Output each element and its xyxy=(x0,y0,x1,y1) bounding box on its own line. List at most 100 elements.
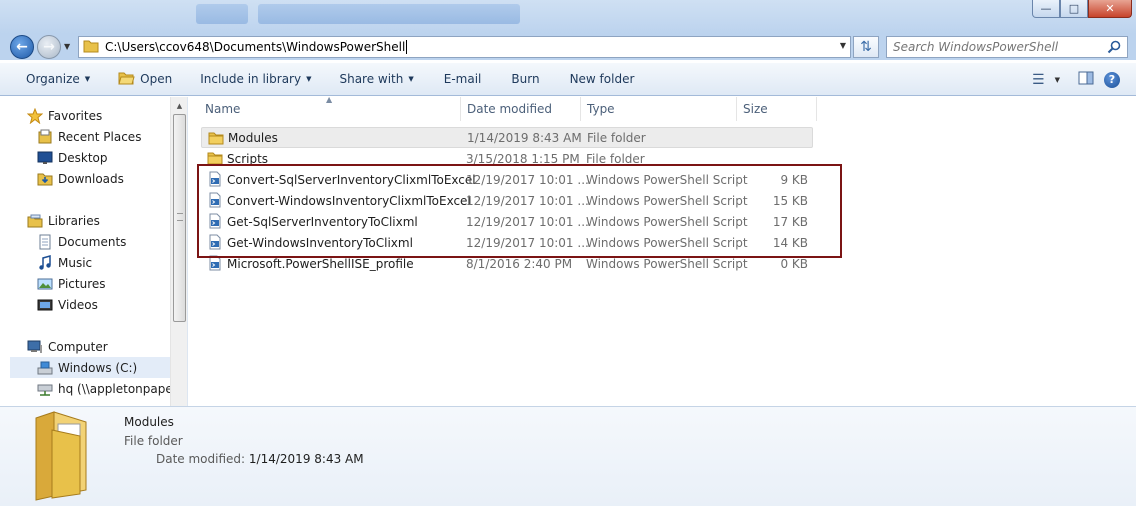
command-toolbar: Organize ▼ Open Include in library ▼ Share… xyxy=(0,62,1136,96)
address-bar[interactable]: C:\Users\ccov648\Documents\WindowsPowerS… xyxy=(78,36,851,58)
sidebar-item-label: Windows (C:) xyxy=(58,360,138,375)
pictures-icon xyxy=(37,276,53,292)
file-type: File folder xyxy=(587,130,646,145)
address-path[interactable]: C:\Users\ccov648\Documents\WindowsPowerS… xyxy=(105,40,405,54)
share-with-button[interactable]: Share with ▼ xyxy=(339,72,413,86)
details-type: File folder xyxy=(124,434,183,448)
chevron-down-icon: ▼ xyxy=(306,75,312,83)
chevron-down-icon: ▼ xyxy=(84,75,91,83)
burn-button[interactable]: Burn xyxy=(511,72,539,86)
details-modified-label: Date modified: xyxy=(156,452,246,466)
preview-pane-icon[interactable] xyxy=(1078,71,1094,88)
close-button[interactable]: ✕ xyxy=(1088,0,1132,18)
column-label: Date modified xyxy=(467,102,553,116)
folder-icon xyxy=(83,39,99,56)
sidebar-item-downloads[interactable]: Downloads xyxy=(37,168,124,189)
sidebar-item-windows-c[interactable]: Windows (C:) xyxy=(10,357,180,378)
file-type: Windows PowerShell Script xyxy=(586,256,748,271)
refresh-icon: ⇅ xyxy=(860,39,872,55)
search-icon[interactable] xyxy=(1107,40,1121,58)
sidebar-item-label: hq (\\appletonpapers xyxy=(58,381,184,396)
computer-icon xyxy=(27,339,43,355)
column-label: Size xyxy=(743,102,768,116)
downloads-icon xyxy=(37,171,53,187)
sidebar-item-music[interactable]: Music xyxy=(37,252,92,273)
column-header-date[interactable]: Date modified xyxy=(461,97,581,121)
file-date: 1/14/2019 8:43 AM xyxy=(467,130,582,145)
sidebar-item-label: Recent Places xyxy=(58,129,142,144)
forward-button[interactable]: → xyxy=(37,35,61,59)
sidebar-item-label: Videos xyxy=(58,297,98,312)
sidebar-item-documents[interactable]: Documents xyxy=(37,231,126,252)
star-icon xyxy=(27,107,43,124)
sidebar-item-computer[interactable]: Computer xyxy=(27,336,108,357)
sidebar-item-label: Computer xyxy=(48,339,108,354)
sidebar-scrollbar[interactable]: ▲ xyxy=(170,97,187,406)
include-in-library-label: Include in library xyxy=(200,72,302,86)
sidebar-item-label: Desktop xyxy=(58,150,108,165)
maximize-button[interactable]: □ xyxy=(1060,0,1088,18)
chevron-down-icon[interactable]: ▼ xyxy=(1055,76,1060,84)
sidebar-item-label: Documents xyxy=(58,234,127,249)
navigation-pane: Favorites Recent Places Desktop Download… xyxy=(0,97,188,406)
details-pane: Modules File folder Date modified: 1/14/… xyxy=(0,406,1136,506)
search-box[interactable] xyxy=(886,36,1128,58)
column-label: Name xyxy=(205,102,241,116)
column-header-type[interactable]: Type xyxy=(581,97,737,121)
minimize-button[interactable]: — xyxy=(1032,0,1060,18)
table-row[interactable]: Modules 1/14/2019 8:43 AM File folder xyxy=(201,127,813,148)
scroll-up-icon[interactable]: ▲ xyxy=(171,97,187,114)
chevron-down-icon: ▼ xyxy=(408,75,414,83)
details-name: Modules xyxy=(124,415,174,429)
libraries-icon xyxy=(27,213,43,229)
help-icon[interactable]: ? xyxy=(1104,71,1120,88)
sidebar-item-libraries[interactable]: Libraries xyxy=(27,210,100,231)
open-label: Open xyxy=(140,72,173,86)
refresh-button[interactable]: ⇅ xyxy=(853,36,879,58)
text-caret xyxy=(406,40,408,54)
new-folder-button[interactable]: New folder xyxy=(570,72,635,86)
sidebar-item-favorites[interactable]: Favorites xyxy=(27,105,102,126)
email-button[interactable]: E-mail xyxy=(444,72,482,86)
back-button[interactable]: ← xyxy=(10,35,34,59)
file-name: Microsoft.PowerShellISE_profile xyxy=(227,256,414,271)
sidebar-item-pictures[interactable]: Pictures xyxy=(37,273,106,294)
sidebar-item-recent-places[interactable]: Recent Places xyxy=(37,126,141,147)
recent-pages-dropdown-icon[interactable]: ▼ xyxy=(64,42,70,51)
blurred-title-icon xyxy=(196,4,248,24)
column-label: Type xyxy=(587,102,615,116)
file-name: Modules xyxy=(228,130,278,145)
file-list: Name ▲ Date modified Type Size Modules 1/… xyxy=(189,95,1136,406)
column-header-name[interactable]: Name ▲ xyxy=(189,95,461,121)
drive-icon xyxy=(37,360,53,376)
column-header-size[interactable]: Size xyxy=(737,97,817,121)
documents-icon xyxy=(37,234,53,250)
address-dropdown-icon[interactable]: ▼ xyxy=(840,41,846,50)
sort-ascending-icon: ▲ xyxy=(326,95,333,104)
network-drive-icon xyxy=(37,381,53,397)
include-in-library-button[interactable]: Include in library ▼ xyxy=(200,72,311,86)
sidebar-item-desktop[interactable]: Desktop xyxy=(37,147,108,168)
recent-places-icon xyxy=(37,129,53,145)
blurred-title-text xyxy=(258,4,520,24)
large-folder-icon xyxy=(32,410,90,505)
sidebar-item-label: Music xyxy=(58,255,93,270)
music-icon xyxy=(37,254,53,271)
sidebar-item-hq[interactable]: hq (\\appletonpapers xyxy=(37,378,184,399)
videos-icon xyxy=(37,297,53,313)
organize-button[interactable]: Organize ▼ xyxy=(26,72,90,86)
navigation-bar: ← → ▼ C:\Users\ccov648\Documents\Windows… xyxy=(0,34,1136,60)
search-input[interactable] xyxy=(893,40,1103,54)
view-options-icon[interactable]: ☰ xyxy=(1032,72,1045,88)
organize-label: Organize xyxy=(26,72,80,86)
grip-icon xyxy=(177,213,183,221)
open-button[interactable]: Open xyxy=(118,71,172,88)
highlight-box xyxy=(197,164,842,258)
file-date: 8/1/2016 2:40 PM xyxy=(466,256,573,271)
sidebar-item-videos[interactable]: Videos xyxy=(37,294,98,315)
scroll-thumb[interactable] xyxy=(173,114,186,322)
file-size: 0 KB xyxy=(780,256,808,271)
details-modified: Date modified: 1/14/2019 8:43 AM xyxy=(156,452,364,466)
folder-icon xyxy=(208,130,224,146)
details-modified-value: 1/14/2019 8:43 AM xyxy=(248,452,364,466)
